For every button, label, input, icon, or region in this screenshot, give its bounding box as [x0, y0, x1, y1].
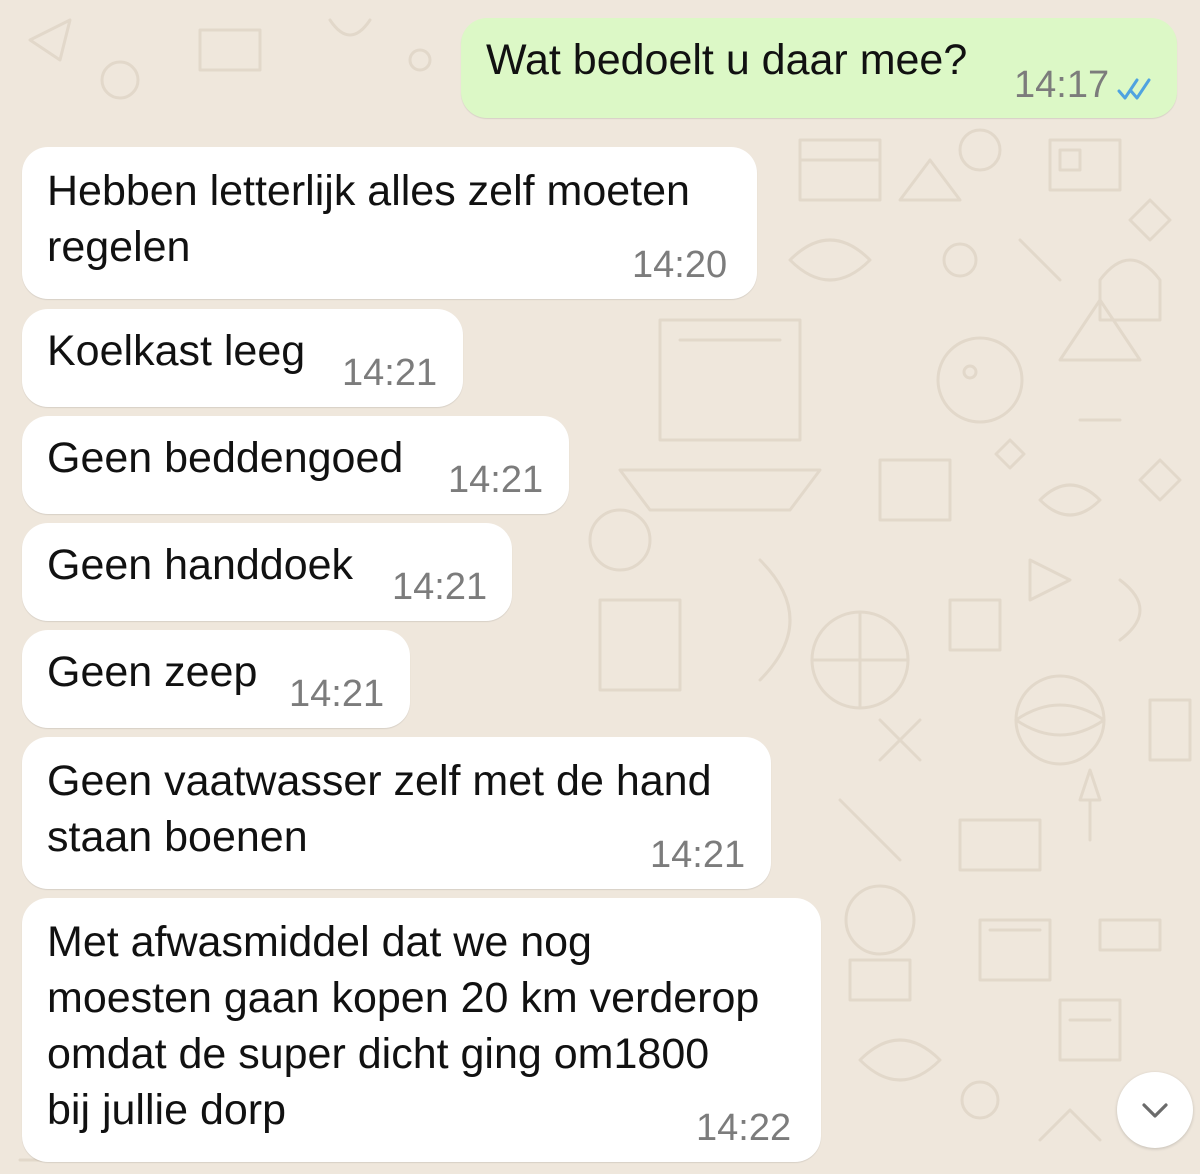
message-time: 14:22 [696, 1107, 792, 1149]
message-time: 14:17 [1014, 64, 1110, 106]
message-outgoing[interactable]: Wat bedoelt u daar mee? 14:17 [461, 18, 1177, 118]
message-incoming[interactable]: Met afwasmiddel dat we nog moesten gaan … [22, 898, 821, 1162]
message-incoming[interactable]: Geen zeep 14:21 [22, 630, 410, 728]
message-incoming[interactable]: Hebben letterlijk alles zelf moeten rege… [22, 147, 757, 299]
read-receipt-icon [1117, 78, 1151, 100]
message-text: Wat bedoelt u daar mee? [486, 36, 968, 84]
message-text: Hebben letterlijk alles zelf moeten rege… [47, 167, 690, 271]
message-incoming[interactable]: Geen handdoek 14:21 [22, 523, 512, 621]
message-incoming[interactable]: Koelkast leeg 14:21 [22, 309, 463, 407]
message-incoming[interactable]: Geen vaatwasser zelf met de hand staan b… [22, 737, 771, 889]
message-text: Met afwasmiddel dat we nog moesten gaan … [47, 918, 760, 1134]
message-time: 14:21 [392, 566, 488, 608]
message-text: Geen beddengoed [47, 434, 404, 482]
message-text: Geen handdoek [47, 541, 354, 589]
message-time: 14:21 [342, 352, 438, 394]
message-time: 14:21 [448, 459, 544, 501]
chevron-down-icon [1142, 1103, 1168, 1118]
message-incoming[interactable]: Geen beddengoed 14:21 [22, 416, 569, 514]
message-text: Koelkast leeg [47, 327, 306, 375]
message-time: 14:21 [650, 834, 746, 876]
scroll-to-bottom-button[interactable] [1117, 1072, 1193, 1148]
message-time: 14:21 [289, 673, 385, 715]
message-text: Geen vaatwasser zelf met de hand staan b… [47, 757, 712, 861]
message-time: 14:20 [632, 244, 728, 286]
message-text: Geen zeep [47, 648, 258, 696]
